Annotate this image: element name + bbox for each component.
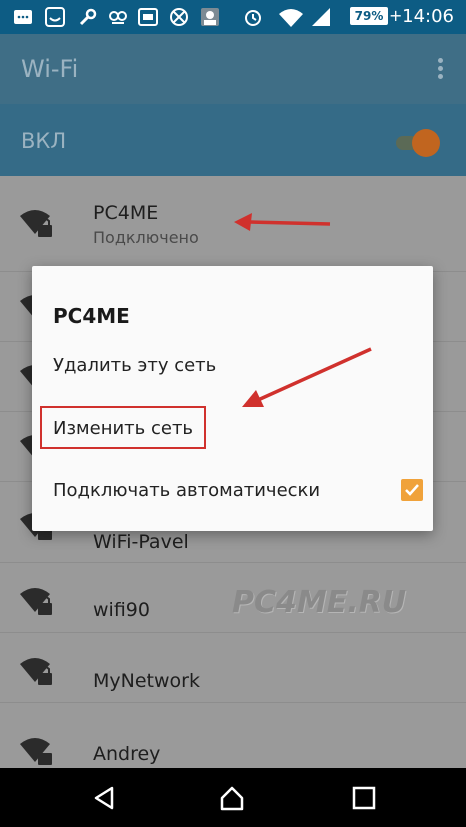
- owl-icon: [107, 6, 129, 28]
- overflow-menu-icon[interactable]: [438, 58, 444, 82]
- cell-signal-icon: [310, 6, 332, 28]
- network-name: PC4ME: [93, 202, 159, 224]
- status-bar: 79% + 14:06: [0, 0, 466, 34]
- smiley-icon: [44, 6, 66, 28]
- watermark: PC4ME.RU: [232, 585, 407, 620]
- modify-network-button[interactable]: Изменить сеть: [53, 417, 193, 441]
- message-icon: [12, 6, 34, 28]
- wifi-locked-icon: [20, 206, 56, 240]
- checkmark-icon: [405, 484, 419, 496]
- clock: 14:06: [402, 6, 454, 27]
- auto-connect-checkbox[interactable]: [401, 479, 423, 501]
- network-status: Подключено: [93, 228, 199, 247]
- wifi-locked-icon: [20, 584, 56, 618]
- navigation-bar: [0, 768, 466, 827]
- network-name: Andrey: [93, 743, 161, 765]
- wifi-locked-icon: [20, 734, 56, 768]
- annotation-arrow-icon: [242, 347, 372, 407]
- dialog-title: PC4ME: [53, 304, 130, 328]
- avatar-icon: [199, 6, 221, 28]
- page-title: Wi-Fi: [21, 55, 79, 83]
- network-name: wifi90: [93, 599, 150, 621]
- forget-network-button[interactable]: Удалить эту сеть: [53, 354, 216, 378]
- auto-connect-label: Подключать автоматически: [53, 480, 321, 501]
- network-item[interactable]: Andrey: [0, 702, 466, 768]
- battery-level: 79%: [350, 7, 388, 25]
- app-fc-icon: [137, 6, 159, 28]
- wifi-toggle-thumb[interactable]: [412, 129, 440, 157]
- charging-icon: +: [389, 6, 403, 25]
- wifi-locked-icon: [20, 654, 56, 688]
- network-item[interactable]: MyNetwork: [0, 632, 466, 703]
- blocked-icon: [168, 6, 190, 28]
- app-bar: Wi-Fi: [0, 34, 466, 104]
- wrench-icon: [77, 6, 99, 28]
- wifi-signal-icon: [278, 6, 304, 28]
- home-icon[interactable]: [218, 784, 246, 812]
- wifi-toggle-row[interactable]: ВКЛ: [0, 104, 466, 176]
- network-name: WiFi-Pavel: [93, 531, 189, 553]
- network-name: MyNetwork: [93, 670, 200, 692]
- wifi-toggle-label: ВКЛ: [21, 129, 67, 153]
- annotation-arrow-icon: [234, 213, 331, 231]
- alarm-icon: [242, 6, 264, 28]
- recents-icon[interactable]: [350, 784, 378, 812]
- back-icon[interactable]: [90, 784, 118, 812]
